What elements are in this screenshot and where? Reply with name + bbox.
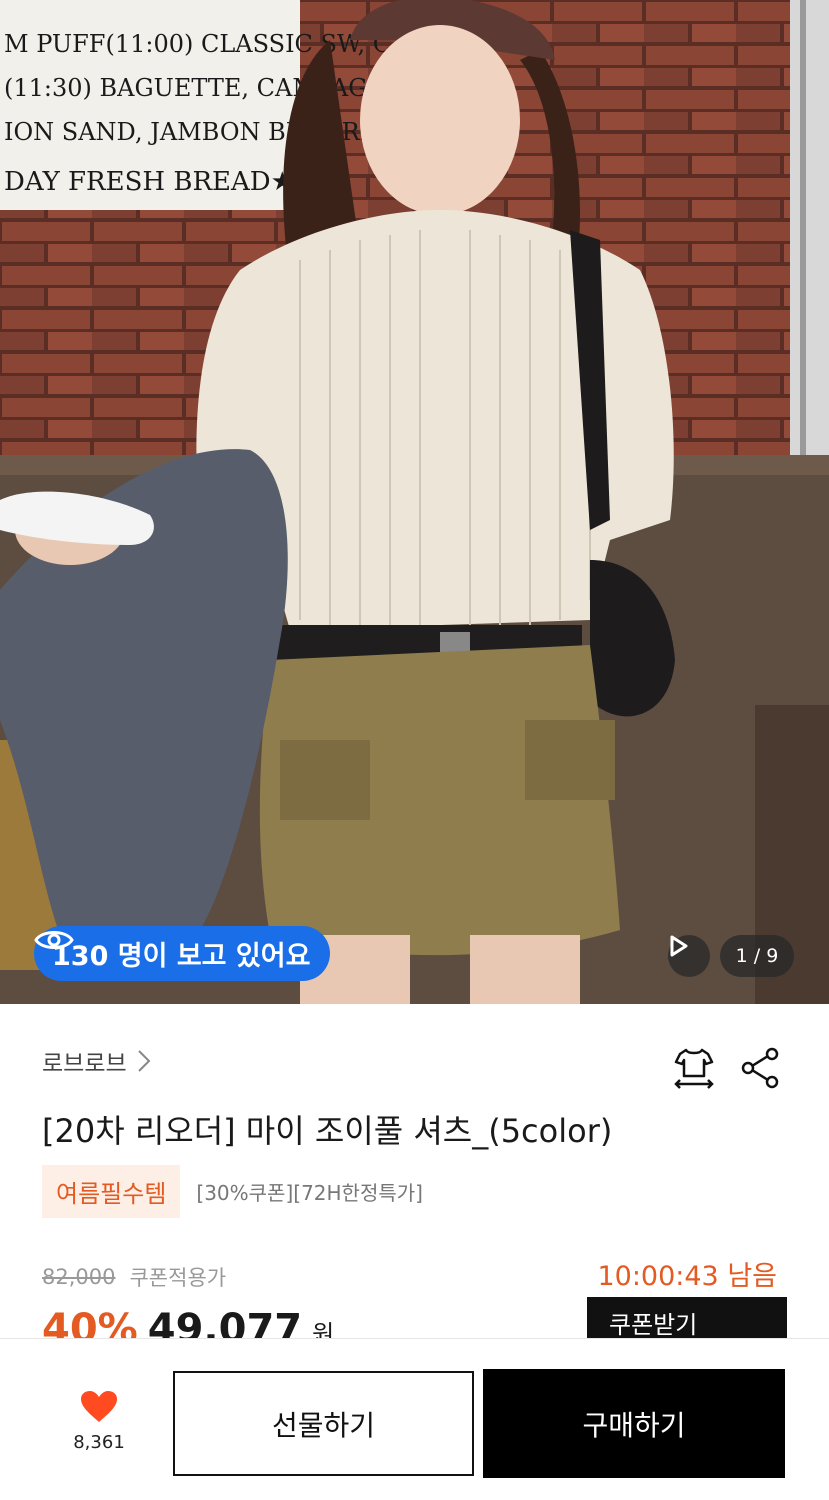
brand-name: 로브로브	[42, 1051, 127, 1077]
play-video-button[interactable]	[668, 935, 710, 977]
get-coupon-button[interactable]: 쿠폰받기	[587, 1297, 787, 1338]
sign-line-2: (11:30) BAGUETTE, CAMPAGNE	[4, 74, 406, 102]
product-tags: 여름필수템 [30%쿠폰][72H한정특가]	[42, 1165, 423, 1218]
promo-tag-extra: [30%쿠폰][72H한정특가]	[196, 1181, 423, 1205]
discount-percent: 40%	[42, 1306, 138, 1338]
size-fit-button[interactable]	[672, 1046, 716, 1090]
coupon-button-label: 쿠폰받기	[609, 1311, 698, 1338]
like-button[interactable]: 8,361	[60, 1390, 138, 1453]
play-icon	[670, 935, 688, 957]
chevron-right-icon	[137, 1050, 151, 1072]
product-photo: M PUFF(11:00) CLASSIC SW, CAFE (11:30) B…	[0, 0, 829, 1004]
sale-price: 49,077	[147, 1306, 303, 1338]
viewers-text: 130 명이 보고 있어요	[52, 941, 311, 972]
tshirt-size-icon	[674, 1048, 714, 1089]
countdown-timer: 10:00:43 남음	[597, 1261, 777, 1292]
gift-button-label: 선물하기	[271, 1408, 376, 1442]
product-image-carousel[interactable]: M PUFF(11:00) CLASSIC SW, CAFE (11:30) B…	[0, 0, 829, 1004]
heart-icon	[81, 1391, 117, 1422]
share-button[interactable]	[738, 1046, 782, 1090]
coupon-price-label: 쿠폰적용가	[129, 1266, 227, 1290]
currency-unit: 원	[312, 1320, 335, 1338]
sign-line-4: DAY FRESH BREAD★	[4, 167, 294, 197]
eye-icon	[34, 931, 74, 949]
live-viewers-badge: 130 명이 보고 있어요	[34, 926, 331, 981]
product-title: [20차 리오더] 마이 조이풀 셔츠_(5color)	[42, 1112, 613, 1150]
promo-tag: 여름필수템	[42, 1165, 181, 1218]
sale-price-row: 40% 49,077 원	[42, 1306, 334, 1338]
like-count: 8,361	[73, 1432, 125, 1453]
image-page-indicator: 1 / 9	[720, 935, 794, 977]
buy-button[interactable]: 구매하기	[483, 1369, 785, 1478]
brand-link[interactable]: 로브로브	[42, 1044, 151, 1078]
original-price: 82,000	[42, 1265, 116, 1289]
gift-button[interactable]: 선물하기	[173, 1371, 474, 1476]
buy-button-label: 구매하기	[582, 1408, 686, 1442]
original-price-row: 82,000 쿠폰적용가	[42, 1262, 226, 1292]
share-icon	[741, 1047, 779, 1089]
